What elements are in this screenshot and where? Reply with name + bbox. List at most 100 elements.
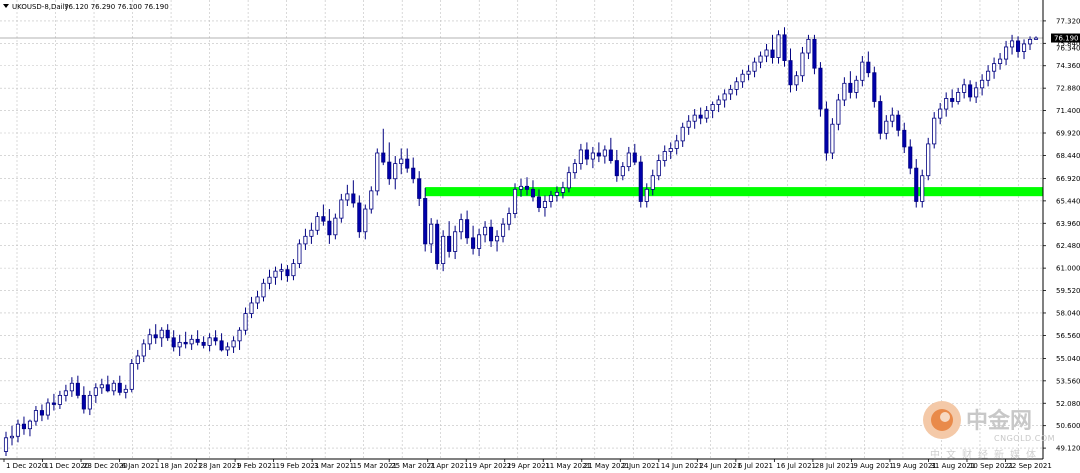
support-zone-band: [425, 187, 1043, 197]
candle: [638, 156, 643, 208]
price-tick-label: 52.080: [1056, 400, 1080, 408]
candle-body-bull: [279, 269, 284, 272]
candle-body-bull: [662, 151, 667, 161]
price-tick-label: 72.880: [1056, 85, 1080, 93]
candle: [297, 239, 302, 269]
candle-body-bear: [285, 269, 290, 277]
price-tick-label: 53.560: [1056, 377, 1080, 385]
price-tick-label: 68.440: [1056, 152, 1080, 160]
candle-body-bull: [309, 229, 314, 237]
time-tick-label: 16 Jul 2021: [776, 462, 816, 470]
candle-body-bear: [908, 146, 913, 169]
price-tick-label: 71.400: [1056, 107, 1080, 115]
candle-body-bear: [896, 114, 901, 131]
candle-body-bear: [782, 34, 787, 61]
time-tick-label: 29 Apr 2021: [507, 462, 550, 470]
candle: [818, 62, 823, 117]
candle-body-bull: [764, 49, 769, 57]
candle-body-bull: [704, 110, 709, 119]
price-tick-label: 65.440: [1056, 197, 1080, 205]
candle-body-bull: [441, 235, 446, 264]
price-tick-label: 55.040: [1056, 355, 1080, 363]
time-tick-label: 19 Feb 2021: [276, 462, 320, 470]
candle-body-bull: [722, 93, 727, 101]
candle-body-bull: [506, 213, 512, 225]
candle-body-bull: [1027, 38, 1033, 45]
candle-body-bear: [872, 72, 877, 102]
candle-body-bull: [758, 55, 763, 63]
candle-body-bear: [471, 237, 476, 249]
time-tick-label: 19 Apr 2021: [468, 462, 511, 470]
candle-body-bull: [369, 190, 374, 210]
candle-body-bull: [189, 338, 194, 345]
time-tick-label: 14 Jun 2021: [661, 462, 703, 470]
candle-body-bull: [3, 437, 9, 452]
candle-body-bull: [393, 163, 398, 180]
symbol-label: UKOUSD-8,Daily: [12, 3, 69, 11]
candle-body-bull: [680, 126, 685, 142]
candle-body-bear: [195, 338, 200, 343]
candle-body-bear: [1015, 40, 1021, 52]
candle: [375, 148, 380, 196]
candle-body-bull: [932, 117, 937, 145]
price-tick-label: 77.320: [1056, 17, 1080, 25]
candle-body-bull: [315, 216, 320, 231]
candle-body-bull: [668, 148, 673, 152]
candle: [878, 95, 883, 140]
chart-header: UKOUSD-8,Daily 76.120 76.290 76.100 76.1…: [3, 3, 169, 11]
candle-body-bull: [566, 172, 571, 189]
candle-body-bull: [974, 87, 979, 98]
candle-body-bear: [536, 196, 542, 208]
candle-body-bear: [75, 382, 80, 396]
time-tick-label: 2 Jun 2021: [622, 462, 660, 470]
candle-body-bull: [620, 166, 625, 177]
candle-body-bull: [956, 92, 961, 102]
candle-body-bull: [483, 226, 488, 236]
candle: [830, 118, 835, 160]
chart-background: [0, 0, 1080, 473]
time-tick-label: 28 Jul 2021: [815, 462, 855, 470]
watermark-en: CNGOLD.COM: [994, 434, 1055, 443]
candle-body-bear: [117, 382, 122, 393]
candle-body-bull: [1021, 43, 1027, 52]
time-tick-label: 18 Jan 2021: [160, 462, 202, 470]
candle-body-bull: [363, 208, 368, 233]
candle-body-bull: [836, 99, 841, 125]
time-tick-label: 22 Sep 2021: [1007, 462, 1051, 470]
candle-body-bear: [39, 410, 44, 416]
support-zone: [425, 187, 1043, 197]
candle-body-bear: [411, 167, 416, 180]
candle-body-bull: [273, 270, 278, 278]
candle-body-bull: [716, 99, 721, 105]
candle-body-bear: [950, 98, 955, 102]
candle-body-bull: [333, 217, 338, 236]
candlestick-chart: 77.32075.84074.36072.88071.40069.92068.4…: [0, 0, 1080, 473]
candle-body-bear: [914, 167, 919, 202]
candle-body-bull: [261, 282, 266, 298]
candle-body-bull: [249, 302, 254, 314]
candle-body-bull: [375, 152, 380, 192]
candle-body-bull: [518, 185, 524, 190]
candle-body-bull: [297, 243, 302, 264]
candle: [435, 219, 440, 270]
candle-body-bull: [590, 152, 595, 160]
candle-body-bear: [81, 394, 86, 410]
candle-body-bull: [890, 114, 895, 122]
ohlc-label: 76.120 76.290 76.100 76.190: [64, 3, 169, 11]
candle-body-bull: [806, 38, 811, 54]
candle-body-bull: [548, 195, 553, 202]
candle-body-bear: [489, 226, 494, 242]
candle-body-bull: [728, 88, 733, 95]
candle-body-bull: [231, 340, 236, 348]
candle-body-bull: [884, 120, 889, 134]
price-tick-label: 49.120: [1056, 445, 1080, 453]
candle-body-bull: [854, 79, 859, 93]
time-tick-label: 24 Jun 2021: [699, 462, 741, 470]
candle-body-bull: [962, 84, 967, 93]
candle-body-bull: [572, 163, 577, 174]
candle-body-bear: [105, 384, 110, 392]
candle: [926, 137, 931, 181]
candle-body-bull: [33, 410, 38, 422]
candle-body-bear: [183, 341, 188, 345]
candle-body-bear: [530, 188, 536, 198]
